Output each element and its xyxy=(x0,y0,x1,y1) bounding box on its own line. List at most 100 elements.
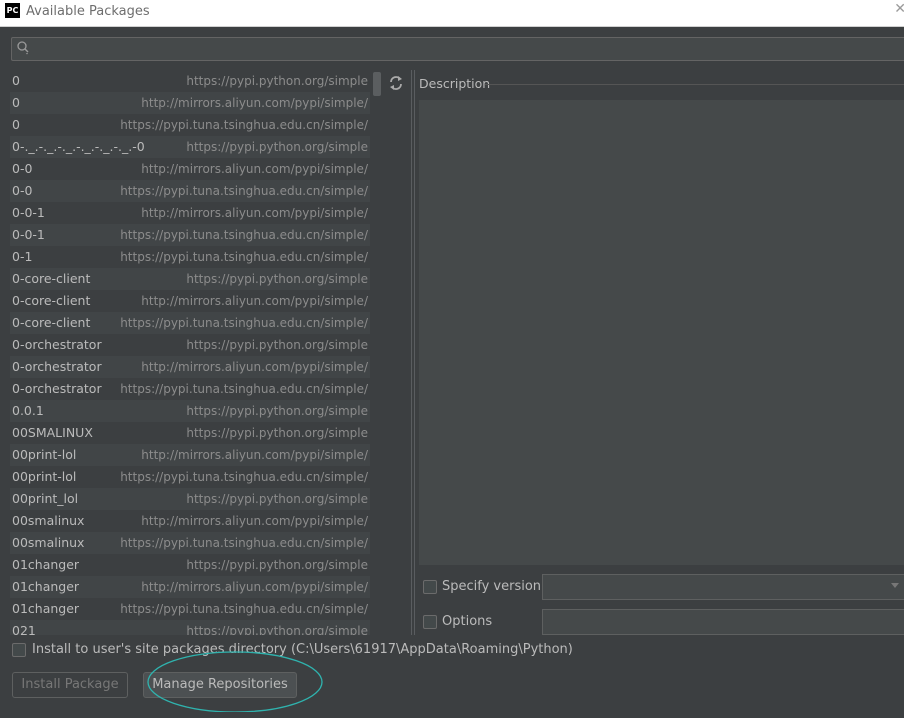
chevron-down-icon xyxy=(891,583,899,588)
package-row[interactable]: 0 http://mirrors.aliyun.com/pypi/simple/ xyxy=(10,92,383,114)
package-name: 00print-lol xyxy=(12,469,77,484)
package-row[interactable]: 0-0 https://pypi.tuna.tsinghua.edu.cn/sim… xyxy=(10,180,383,202)
description-separator xyxy=(485,84,904,85)
package-repository: https://pypi.tuna.tsinghua.edu.cn/simple… xyxy=(120,184,368,198)
package-repository: https://pypi.tuna.tsinghua.edu.cn/simple… xyxy=(120,602,368,616)
package-name: 021 xyxy=(12,623,36,635)
package-repository: http://mirrors.aliyun.com/pypi/simple/ xyxy=(141,580,368,594)
package-repository: http://mirrors.aliyun.com/pypi/simple/ xyxy=(141,96,368,110)
package-name: 00print-lol xyxy=(12,447,77,462)
package-name: 00print_lol xyxy=(12,491,79,506)
title-bar: PC Available Packages ✕ xyxy=(0,0,904,27)
package-row[interactable]: 00SMALINUX https://pypi.python.org/simple xyxy=(10,422,383,444)
package-name: 0 xyxy=(12,95,20,110)
package-repository: https://pypi.tuna.tsinghua.edu.cn/simple… xyxy=(120,536,368,550)
package-row[interactable]: 0 https://pypi.python.org/simple xyxy=(10,70,383,92)
package-repository: https://pypi.python.org/simple xyxy=(186,140,368,154)
package-repository: https://pypi.python.org/simple xyxy=(186,272,368,286)
package-name: 01changer xyxy=(12,557,80,572)
package-name: 0.0.1 xyxy=(12,403,44,418)
package-row[interactable]: 0-core-client http://mirrors.aliyun.com/p… xyxy=(10,290,383,312)
package-row[interactable]: 0-orchestrator http://mirrors.aliyun.com/… xyxy=(10,356,383,378)
package-repository: https://pypi.python.org/simple xyxy=(186,624,368,635)
package-name: 0-orchestrator xyxy=(12,337,102,352)
package-row[interactable]: 0.0.1 https://pypi.python.org/simple xyxy=(10,400,383,422)
package-name: 0-0-1 xyxy=(12,227,45,242)
package-name: 0 xyxy=(12,73,20,88)
package-row[interactable]: 00print_lol https://pypi.python.org/simpl… xyxy=(10,488,383,510)
package-name: 00smalinux xyxy=(12,535,85,550)
options-checkbox[interactable] xyxy=(423,615,437,629)
package-name: 0-._.-._.-._.-._.-._.-._.-0 xyxy=(12,139,145,154)
package-row[interactable]: 0-core-client https://pypi.python.org/sim… xyxy=(10,268,383,290)
install-user-checkbox[interactable] xyxy=(12,643,26,657)
status-bar xyxy=(0,712,904,718)
package-list[interactable]: 0 https://pypi.python.org/simple 0 http://m… xyxy=(10,70,383,635)
package-row[interactable]: 01changer https://pypi.tuna.tsinghua.edu.… xyxy=(10,598,383,620)
package-repository: https://pypi.tuna.tsinghua.edu.cn/simple… xyxy=(120,316,368,330)
scrollbar-thumb[interactable] xyxy=(373,72,381,96)
search-icon xyxy=(17,41,29,55)
description-panel xyxy=(419,100,904,565)
package-name: 0 xyxy=(12,117,20,132)
package-name: 0-0-1 xyxy=(12,205,45,220)
refresh-icon[interactable] xyxy=(387,73,405,93)
package-repository: http://mirrors.aliyun.com/pypi/simple/ xyxy=(141,448,368,462)
package-repository: https://pypi.python.org/simple xyxy=(186,74,368,88)
package-row[interactable]: 0-1 https://pypi.tuna.tsinghua.edu.cn/sim… xyxy=(10,246,383,268)
package-row[interactable]: 00print-lol https://pypi.tuna.tsinghua.ed… xyxy=(10,466,383,488)
package-name: 0-orchestrator xyxy=(12,359,102,374)
package-name: 0-1 xyxy=(12,249,33,264)
close-icon[interactable]: ✕ xyxy=(894,1,904,17)
package-row[interactable]: 01changer http://mirrors.aliyun.com/pypi/… xyxy=(10,576,383,598)
package-repository: https://pypi.tuna.tsinghua.edu.cn/simple… xyxy=(120,250,368,264)
search-input[interactable] xyxy=(11,37,904,61)
options-input[interactable] xyxy=(542,609,904,635)
package-name: 0-core-client xyxy=(12,271,91,286)
pycharm-app-icon: PC xyxy=(5,3,20,18)
description-label: Description xyxy=(419,76,491,91)
package-list-scrollbar[interactable] xyxy=(370,70,383,635)
package-repository: https://pypi.tuna.tsinghua.edu.cn/simple… xyxy=(120,382,368,396)
package-name: 00smalinux xyxy=(12,513,85,528)
package-row[interactable]: 00smalinux https://pypi.tuna.tsinghua.edu… xyxy=(10,532,383,554)
package-name: 0-core-client xyxy=(12,315,91,330)
install-user-label: Install to user's site packages director… xyxy=(32,642,573,657)
package-repository: https://pypi.tuna.tsinghua.edu.cn/simple… xyxy=(120,118,368,132)
specify-version-label: Specify version xyxy=(442,579,542,594)
package-repository: https://pypi.python.org/simple xyxy=(186,404,368,418)
window-title: Available Packages xyxy=(26,4,150,19)
package-name: 01changer xyxy=(12,601,80,616)
options-label: Options xyxy=(442,614,493,629)
package-name: 0-orchestrator xyxy=(12,381,102,396)
package-name: 00SMALINUX xyxy=(12,425,93,440)
package-repository: http://mirrors.aliyun.com/pypi/simple/ xyxy=(141,514,368,528)
package-row[interactable]: 0-0-1 http://mirrors.aliyun.com/pypi/simp… xyxy=(10,202,383,224)
package-name: 0-0 xyxy=(12,161,33,176)
version-dropdown[interactable] xyxy=(542,574,904,600)
package-row[interactable]: 0-orchestrator https://pypi.tuna.tsinghua… xyxy=(10,378,383,400)
package-repository: http://mirrors.aliyun.com/pypi/simple/ xyxy=(141,162,368,176)
specify-version-checkbox[interactable] xyxy=(423,580,437,594)
package-row[interactable]: 0-orchestrator https://pypi.python.org/si… xyxy=(10,334,383,356)
package-repository: https://pypi.tuna.tsinghua.edu.cn/simple… xyxy=(120,228,368,242)
package-row[interactable]: 0-0-1 https://pypi.tuna.tsinghua.edu.cn/s… xyxy=(10,224,383,246)
package-repository: http://mirrors.aliyun.com/pypi/simple/ xyxy=(141,206,368,220)
package-repository: https://pypi.python.org/simple xyxy=(186,338,368,352)
package-name: 0-core-client xyxy=(12,293,91,308)
package-row[interactable]: 00smalinux http://mirrors.aliyun.com/pypi… xyxy=(10,510,383,532)
package-row[interactable]: 01changer https://pypi.python.org/simple xyxy=(10,554,383,576)
package-name: 0-0 xyxy=(12,183,33,198)
package-row[interactable]: 0-0 http://mirrors.aliyun.com/pypi/simple… xyxy=(10,158,383,180)
package-row[interactable]: 0-._.-._.-._.-._.-._.-._.-0 https://pypi.… xyxy=(10,136,383,158)
package-row[interactable]: 021 https://pypi.python.org/simple xyxy=(10,620,383,635)
pane-splitter[interactable] xyxy=(409,70,417,635)
package-repository: http://mirrors.aliyun.com/pypi/simple/ xyxy=(141,294,368,308)
package-row[interactable]: 00print-lol http://mirrors.aliyun.com/pyp… xyxy=(10,444,383,466)
refresh-column xyxy=(384,70,408,635)
package-row[interactable]: 0-core-client https://pypi.tuna.tsinghua.… xyxy=(10,312,383,334)
install-package-button[interactable]: Install Package xyxy=(12,672,128,698)
manage-repositories-button[interactable]: Manage Repositories xyxy=(143,672,297,698)
package-row[interactable]: 0 https://pypi.tuna.tsinghua.edu.cn/simpl… xyxy=(10,114,383,136)
package-repository: http://mirrors.aliyun.com/pypi/simple/ xyxy=(141,360,368,374)
